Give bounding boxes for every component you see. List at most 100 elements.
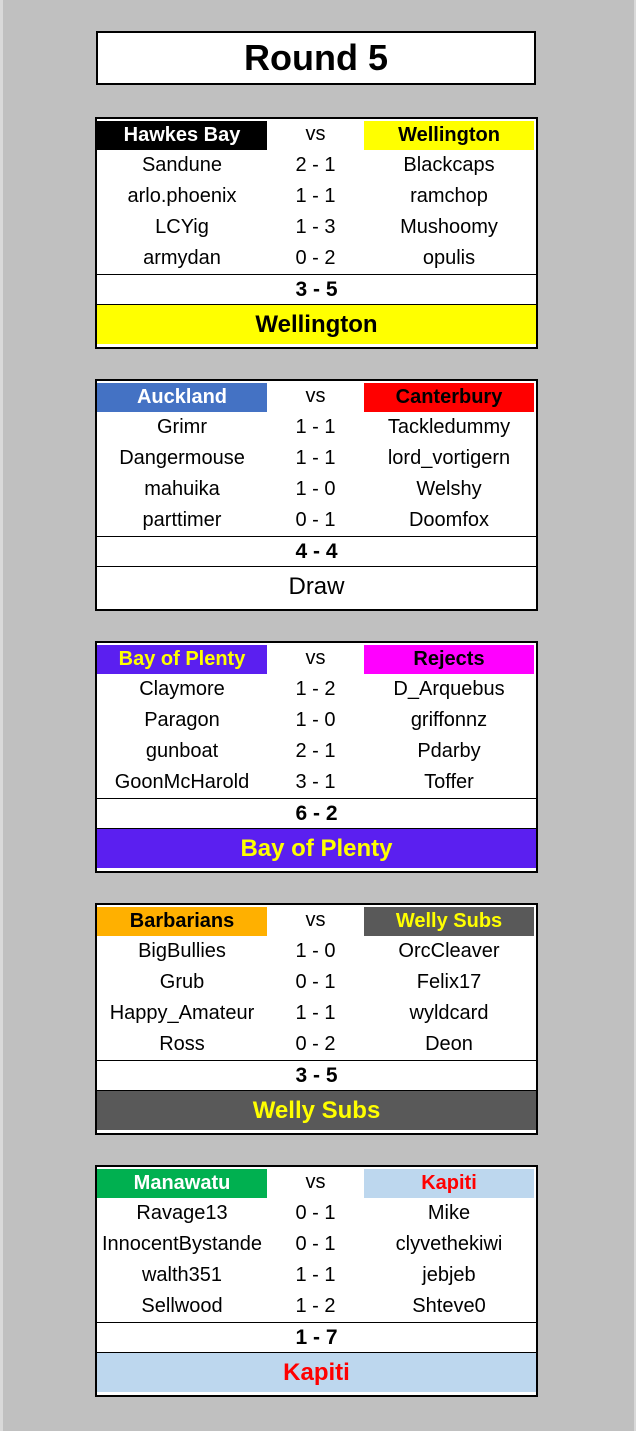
game-row: GoonMcHarold 3 - 1 Toffer bbox=[97, 767, 536, 798]
game-row: parttimer 0 - 1 Doomfox bbox=[97, 505, 536, 536]
game-score: 0 - 1 bbox=[295, 971, 336, 993]
match-card: Manawatu vs Kapiti Ravage13 0 - 1 Mike I… bbox=[95, 1165, 538, 1397]
away-player: Mike bbox=[427, 1202, 471, 1224]
home-player: Grimr bbox=[157, 416, 207, 438]
game-score: 0 - 1 bbox=[295, 509, 336, 531]
game-score: 1 - 0 bbox=[295, 478, 336, 500]
home-team-label: Barbarians bbox=[97, 906, 267, 936]
away-player: Deon bbox=[425, 1033, 473, 1055]
away-player: opulis bbox=[422, 247, 476, 269]
away-player: ramchop bbox=[410, 185, 488, 207]
game-score: 0 - 2 bbox=[295, 247, 336, 269]
away-player: Felix17 bbox=[416, 971, 482, 993]
away-player: Toffer bbox=[424, 771, 474, 793]
match-total-score: 4 - 4 bbox=[97, 536, 536, 567]
away-player: Tackledummy bbox=[387, 416, 511, 438]
away-player: griffonnz bbox=[410, 709, 488, 731]
game-row: Claymore 1 - 2 D_Arquebus bbox=[97, 674, 536, 705]
away-player: OrcCleaver bbox=[398, 940, 500, 962]
game-score: 1 - 2 bbox=[295, 678, 336, 700]
match-header: Manawatu vs Kapiti bbox=[97, 1167, 536, 1198]
match-total-score: 6 - 2 bbox=[97, 798, 536, 829]
game-score: 1 - 1 bbox=[295, 416, 336, 438]
match-total-score: 1 - 7 bbox=[97, 1322, 536, 1353]
sheet-left-edge bbox=[0, 0, 3, 1431]
game-score: 0 - 1 bbox=[295, 1202, 336, 1224]
away-team-label: Welly Subs bbox=[364, 906, 534, 936]
game-row: walth351 1 - 1 jebjeb bbox=[97, 1260, 536, 1291]
match-result: Welly Subs bbox=[97, 1091, 536, 1130]
match-result: Draw bbox=[97, 567, 536, 606]
home-player: mahuika bbox=[144, 478, 220, 500]
game-row: arlo.phoenix 1 - 1 ramchop bbox=[97, 181, 536, 212]
match-card: Barbarians vs Welly Subs BigBullies 1 - … bbox=[95, 903, 538, 1135]
away-player: jebjeb bbox=[422, 1264, 476, 1286]
game-row: BigBullies 1 - 0 OrcCleaver bbox=[97, 936, 536, 967]
home-player: Ravage13 bbox=[136, 1202, 228, 1224]
vs-label: vs bbox=[305, 1171, 326, 1193]
page-title: Round 5 bbox=[96, 31, 536, 85]
game-score: 1 - 1 bbox=[295, 447, 336, 469]
home-team-label: Auckland bbox=[97, 382, 267, 412]
home-player: InnocentBystande bbox=[101, 1233, 263, 1255]
away-player: Blackcaps bbox=[403, 154, 495, 176]
match-result: Bay of Plenty bbox=[97, 829, 536, 868]
game-row: Grimr 1 - 1 Tackledummy bbox=[97, 412, 536, 443]
home-player: Claymore bbox=[139, 678, 225, 700]
home-player: armydan bbox=[143, 247, 221, 269]
away-team-label: Rejects bbox=[364, 644, 534, 674]
game-score: 1 - 1 bbox=[295, 1264, 336, 1286]
game-row: Sandune 2 - 1 Blackcaps bbox=[97, 150, 536, 181]
home-player: parttimer bbox=[142, 509, 222, 531]
vs-label: vs bbox=[305, 647, 326, 669]
away-team-label: Kapiti bbox=[364, 1168, 534, 1198]
match-result: Kapiti bbox=[97, 1353, 536, 1392]
match-card: Hawkes Bay vs Wellington Sandune 2 - 1 B… bbox=[95, 117, 538, 349]
away-player: wyldcard bbox=[409, 1002, 489, 1024]
match-card: Auckland vs Canterbury Grimr 1 - 1 Tackl… bbox=[95, 379, 538, 611]
away-team-label: Canterbury bbox=[364, 382, 534, 412]
home-team-label: Bay of Plenty bbox=[97, 644, 267, 674]
match-card: Bay of Plenty vs Rejects Claymore 1 - 2 … bbox=[95, 641, 538, 873]
game-score: 1 - 3 bbox=[295, 216, 336, 238]
home-player: GoonMcHarold bbox=[114, 771, 250, 793]
away-player: Shteve0 bbox=[412, 1295, 486, 1317]
game-row: Happy_Amateur 1 - 1 wyldcard bbox=[97, 998, 536, 1029]
home-player: LCYig bbox=[155, 216, 209, 238]
game-score: 3 - 1 bbox=[295, 771, 336, 793]
game-score: 1 - 0 bbox=[295, 940, 336, 962]
home-player: Sellwood bbox=[141, 1295, 223, 1317]
away-player: lord_vortigern bbox=[387, 447, 511, 469]
match-header: Auckland vs Canterbury bbox=[97, 381, 536, 412]
away-player: Welshy bbox=[416, 478, 482, 500]
home-player: Happy_Amateur bbox=[109, 1002, 255, 1024]
home-player: arlo.phoenix bbox=[127, 185, 237, 207]
match-result: Wellington bbox=[97, 305, 536, 344]
match-total-score: 3 - 5 bbox=[97, 274, 536, 305]
away-player: D_Arquebus bbox=[393, 678, 505, 700]
home-player: walth351 bbox=[141, 1264, 223, 1286]
away-player: Doomfox bbox=[408, 509, 490, 531]
game-row: Grub 0 - 1 Felix17 bbox=[97, 967, 536, 998]
game-score: 2 - 1 bbox=[295, 740, 336, 762]
game-score: 2 - 1 bbox=[295, 154, 336, 176]
home-player: gunboat bbox=[145, 740, 219, 762]
match-header: Barbarians vs Welly Subs bbox=[97, 905, 536, 936]
game-row: Ravage13 0 - 1 Mike bbox=[97, 1198, 536, 1229]
home-player: Dangermouse bbox=[119, 447, 245, 469]
game-row: armydan 0 - 2 opulis bbox=[97, 243, 536, 274]
away-player: Mushoomy bbox=[400, 216, 498, 238]
game-row: Ross 0 - 2 Deon bbox=[97, 1029, 536, 1060]
game-score: 1 - 2 bbox=[295, 1295, 336, 1317]
vs-label: vs bbox=[305, 385, 326, 407]
home-player: Grub bbox=[159, 971, 205, 993]
match-header: Bay of Plenty vs Rejects bbox=[97, 643, 536, 674]
vs-label: vs bbox=[305, 123, 326, 145]
home-team-label: Hawkes Bay bbox=[97, 120, 267, 150]
match-total-score: 3 - 5 bbox=[97, 1060, 536, 1091]
home-player: Ross bbox=[159, 1033, 205, 1055]
match-header: Hawkes Bay vs Wellington bbox=[97, 119, 536, 150]
game-row: LCYig 1 - 3 Mushoomy bbox=[97, 212, 536, 243]
vs-label: vs bbox=[305, 909, 326, 931]
game-row: Paragon 1 - 0 griffonnz bbox=[97, 705, 536, 736]
